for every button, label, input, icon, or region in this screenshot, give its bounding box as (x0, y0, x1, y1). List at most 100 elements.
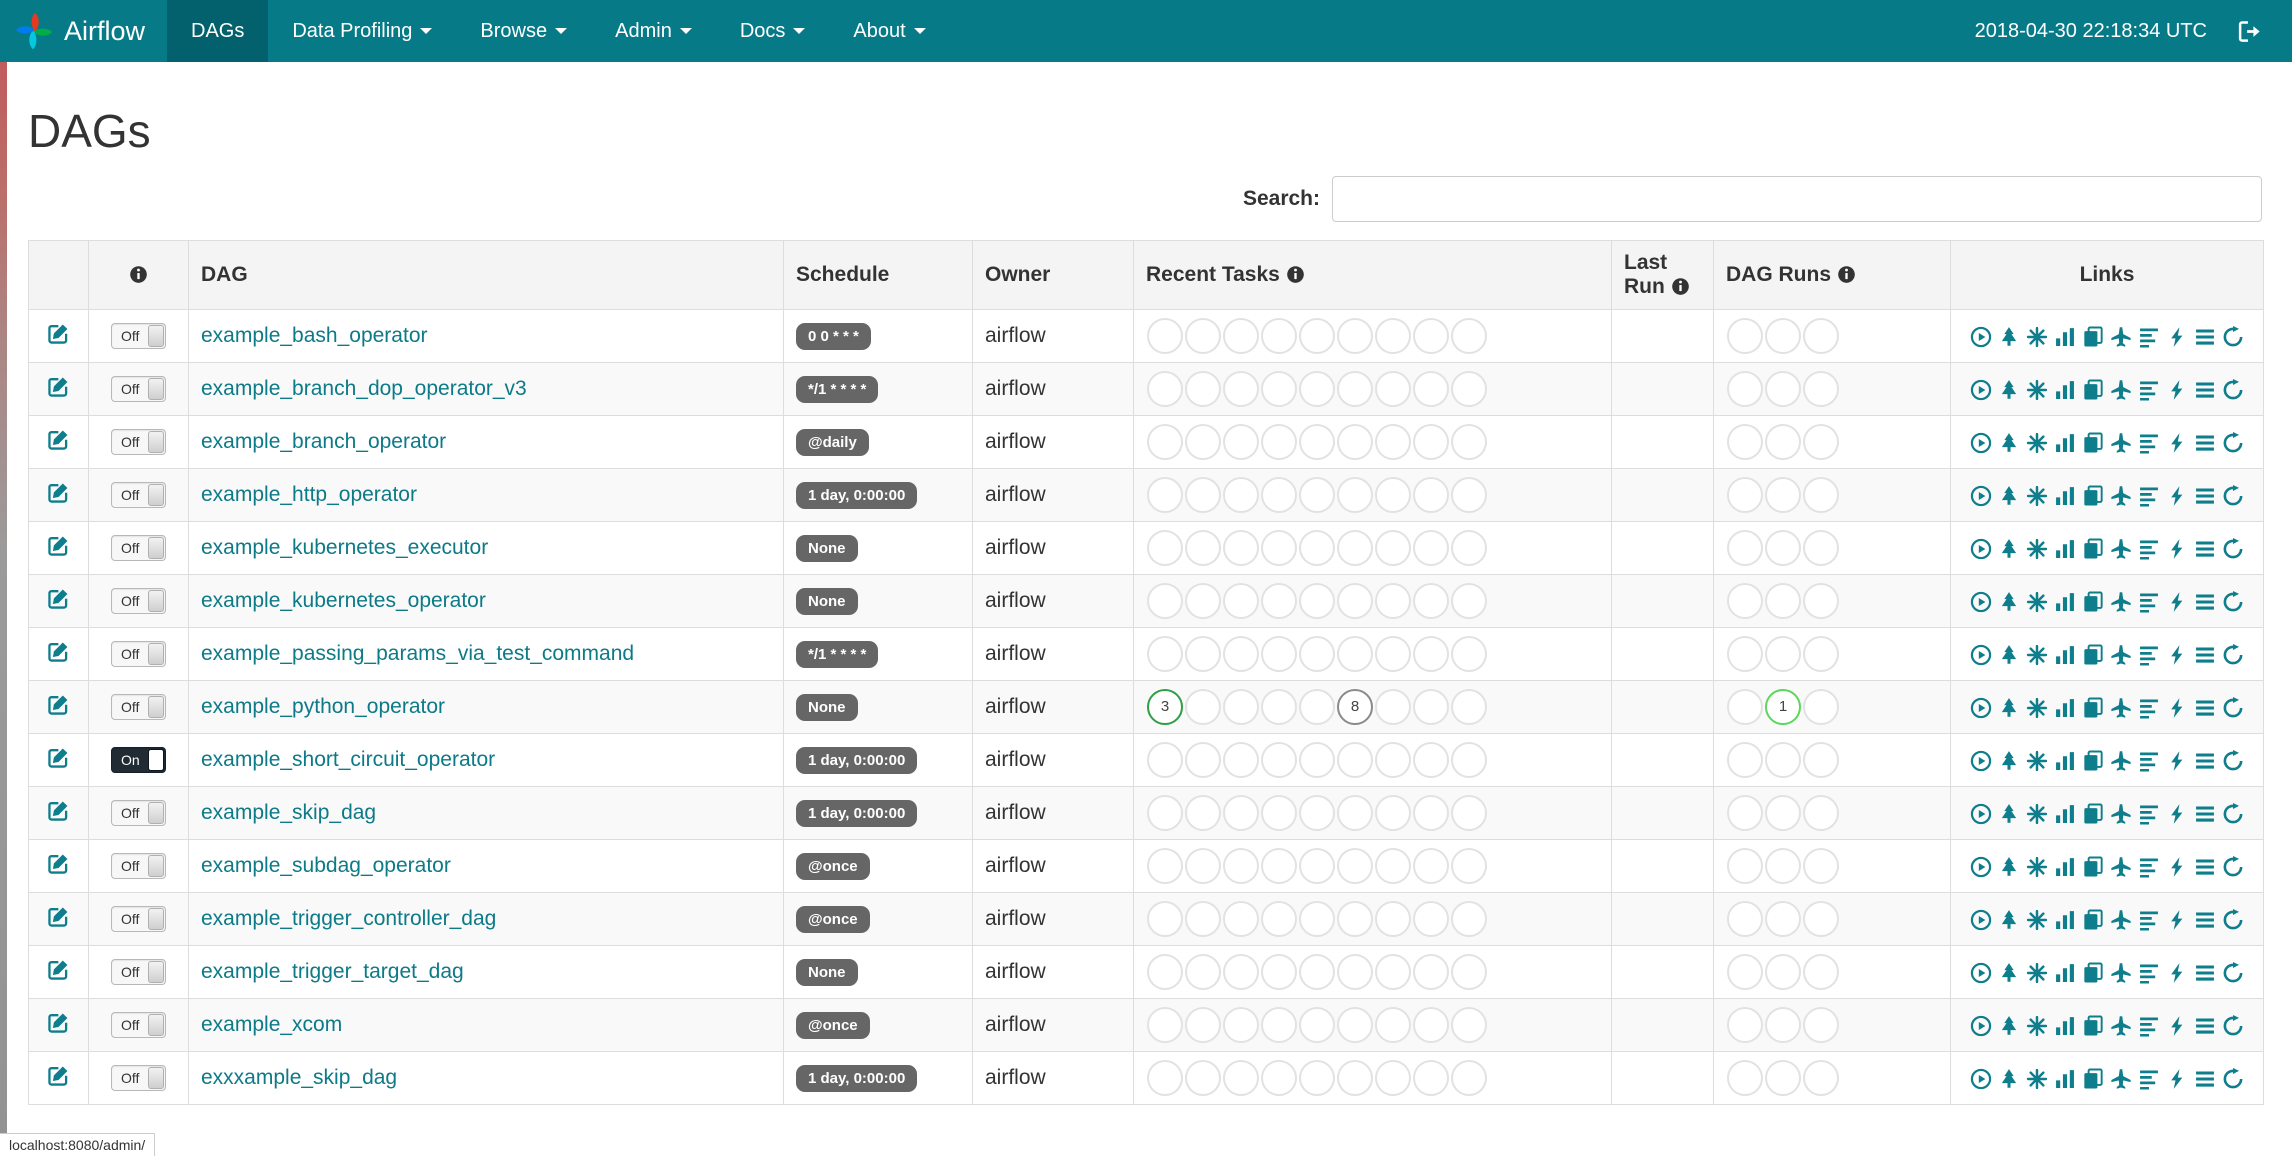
landing-times-icon[interactable] (2110, 644, 2132, 666)
tree-view-icon[interactable] (1998, 644, 2020, 666)
code-view-icon[interactable] (2166, 1068, 2188, 1090)
graph-view-icon[interactable] (2026, 856, 2048, 878)
dag-pause-toggle[interactable]: Off (111, 959, 166, 986)
trigger-dag-icon[interactable] (1970, 1015, 1992, 1037)
task-duration-icon[interactable] (2054, 432, 2076, 454)
gantt-view-icon[interactable] (2138, 856, 2160, 878)
gantt-view-icon[interactable] (2138, 538, 2160, 560)
edit-dag-icon[interactable] (47, 746, 70, 769)
graph-view-icon[interactable] (2026, 962, 2048, 984)
code-view-icon[interactable] (2166, 909, 2188, 931)
tree-view-icon[interactable] (1998, 1015, 2020, 1037)
gantt-view-icon[interactable] (2138, 697, 2160, 719)
dag-pause-toggle[interactable]: Off (111, 1065, 166, 1092)
trigger-dag-icon[interactable] (1970, 432, 1992, 454)
dag-pause-toggle[interactable]: Off (111, 376, 166, 403)
task-duration-icon[interactable] (2054, 1068, 2076, 1090)
landing-times-icon[interactable] (2110, 326, 2132, 348)
task-tries-icon[interactable] (2082, 326, 2104, 348)
landing-times-icon[interactable] (2110, 803, 2132, 825)
dag-pause-toggle[interactable]: Off (111, 694, 166, 721)
logs-icon[interactable] (2194, 591, 2216, 613)
trigger-dag-icon[interactable] (1970, 644, 1992, 666)
edit-dag-icon[interactable] (47, 1011, 70, 1034)
refresh-icon[interactable] (2222, 379, 2244, 401)
graph-view-icon[interactable] (2026, 379, 2048, 401)
graph-view-icon[interactable] (2026, 538, 2048, 560)
task-duration-icon[interactable] (2054, 1015, 2076, 1037)
task-tries-icon[interactable] (2082, 379, 2104, 401)
dag-pause-toggle[interactable]: Off (111, 535, 166, 562)
search-input[interactable] (1332, 176, 2262, 222)
dag-link[interactable]: example_http_operator (201, 483, 417, 506)
dag-link[interactable]: example_kubernetes_executor (201, 536, 488, 559)
code-view-icon[interactable] (2166, 750, 2188, 772)
edit-dag-icon[interactable] (47, 693, 70, 716)
task-tries-icon[interactable] (2082, 538, 2104, 560)
nav-item-dags[interactable]: DAGs (167, 0, 269, 62)
logs-icon[interactable] (2194, 432, 2216, 454)
graph-view-icon[interactable] (2026, 644, 2048, 666)
landing-times-icon[interactable] (2110, 379, 2132, 401)
task-tries-icon[interactable] (2082, 962, 2104, 984)
task-duration-icon[interactable] (2054, 856, 2076, 878)
task-duration-icon[interactable] (2054, 750, 2076, 772)
refresh-icon[interactable] (2222, 485, 2244, 507)
refresh-icon[interactable] (2222, 591, 2244, 613)
trigger-dag-icon[interactable] (1970, 485, 1992, 507)
task-tries-icon[interactable] (2082, 485, 2104, 507)
graph-view-icon[interactable] (2026, 1015, 2048, 1037)
logs-icon[interactable] (2194, 750, 2216, 772)
landing-times-icon[interactable] (2110, 591, 2132, 613)
code-view-icon[interactable] (2166, 856, 2188, 878)
task-tries-icon[interactable] (2082, 856, 2104, 878)
task-duration-icon[interactable] (2054, 379, 2076, 401)
logs-icon[interactable] (2194, 379, 2216, 401)
refresh-icon[interactable] (2222, 750, 2244, 772)
dag-link[interactable]: example_xcom (201, 1013, 342, 1036)
nav-item-about[interactable]: About (829, 0, 949, 62)
tree-view-icon[interactable] (1998, 1068, 2020, 1090)
task-tries-icon[interactable] (2082, 697, 2104, 719)
landing-times-icon[interactable] (2110, 909, 2132, 931)
dag-pause-toggle[interactable]: Off (111, 323, 166, 350)
tree-view-icon[interactable] (1998, 591, 2020, 613)
tree-view-icon[interactable] (1998, 326, 2020, 348)
logs-icon[interactable] (2194, 697, 2216, 719)
tree-view-icon[interactable] (1998, 962, 2020, 984)
task-duration-icon[interactable] (2054, 909, 2076, 931)
edit-dag-icon[interactable] (47, 958, 70, 981)
dag-pause-toggle[interactable]: Off (111, 482, 166, 509)
gantt-view-icon[interactable] (2138, 1015, 2160, 1037)
gantt-view-icon[interactable] (2138, 379, 2160, 401)
edit-dag-icon[interactable] (47, 1064, 70, 1087)
graph-view-icon[interactable] (2026, 803, 2048, 825)
code-view-icon[interactable] (2166, 432, 2188, 454)
dag-link[interactable]: example_trigger_target_dag (201, 960, 464, 983)
trigger-dag-icon[interactable] (1970, 909, 1992, 931)
logs-icon[interactable] (2194, 644, 2216, 666)
edit-dag-icon[interactable] (47, 852, 70, 875)
landing-times-icon[interactable] (2110, 697, 2132, 719)
task-tries-icon[interactable] (2082, 1068, 2104, 1090)
code-view-icon[interactable] (2166, 379, 2188, 401)
landing-times-icon[interactable] (2110, 432, 2132, 454)
task-tries-icon[interactable] (2082, 644, 2104, 666)
gantt-view-icon[interactable] (2138, 591, 2160, 613)
refresh-icon[interactable] (2222, 644, 2244, 666)
logs-icon[interactable] (2194, 856, 2216, 878)
logs-icon[interactable] (2194, 326, 2216, 348)
task-state-circle[interactable]: 8 (1337, 689, 1373, 726)
gantt-view-icon[interactable] (2138, 750, 2160, 772)
refresh-icon[interactable] (2222, 856, 2244, 878)
dag-link[interactable]: example_branch_operator (201, 430, 446, 453)
logs-icon[interactable] (2194, 962, 2216, 984)
dag-pause-toggle[interactable]: Off (111, 800, 166, 827)
edit-dag-icon[interactable] (47, 905, 70, 928)
logs-icon[interactable] (2194, 1068, 2216, 1090)
edit-dag-icon[interactable] (47, 481, 70, 504)
trigger-dag-icon[interactable] (1970, 326, 1992, 348)
dag-pause-toggle[interactable]: Off (111, 906, 166, 933)
dag-link[interactable]: exxxample_skip_dag (201, 1066, 397, 1089)
graph-view-icon[interactable] (2026, 432, 2048, 454)
